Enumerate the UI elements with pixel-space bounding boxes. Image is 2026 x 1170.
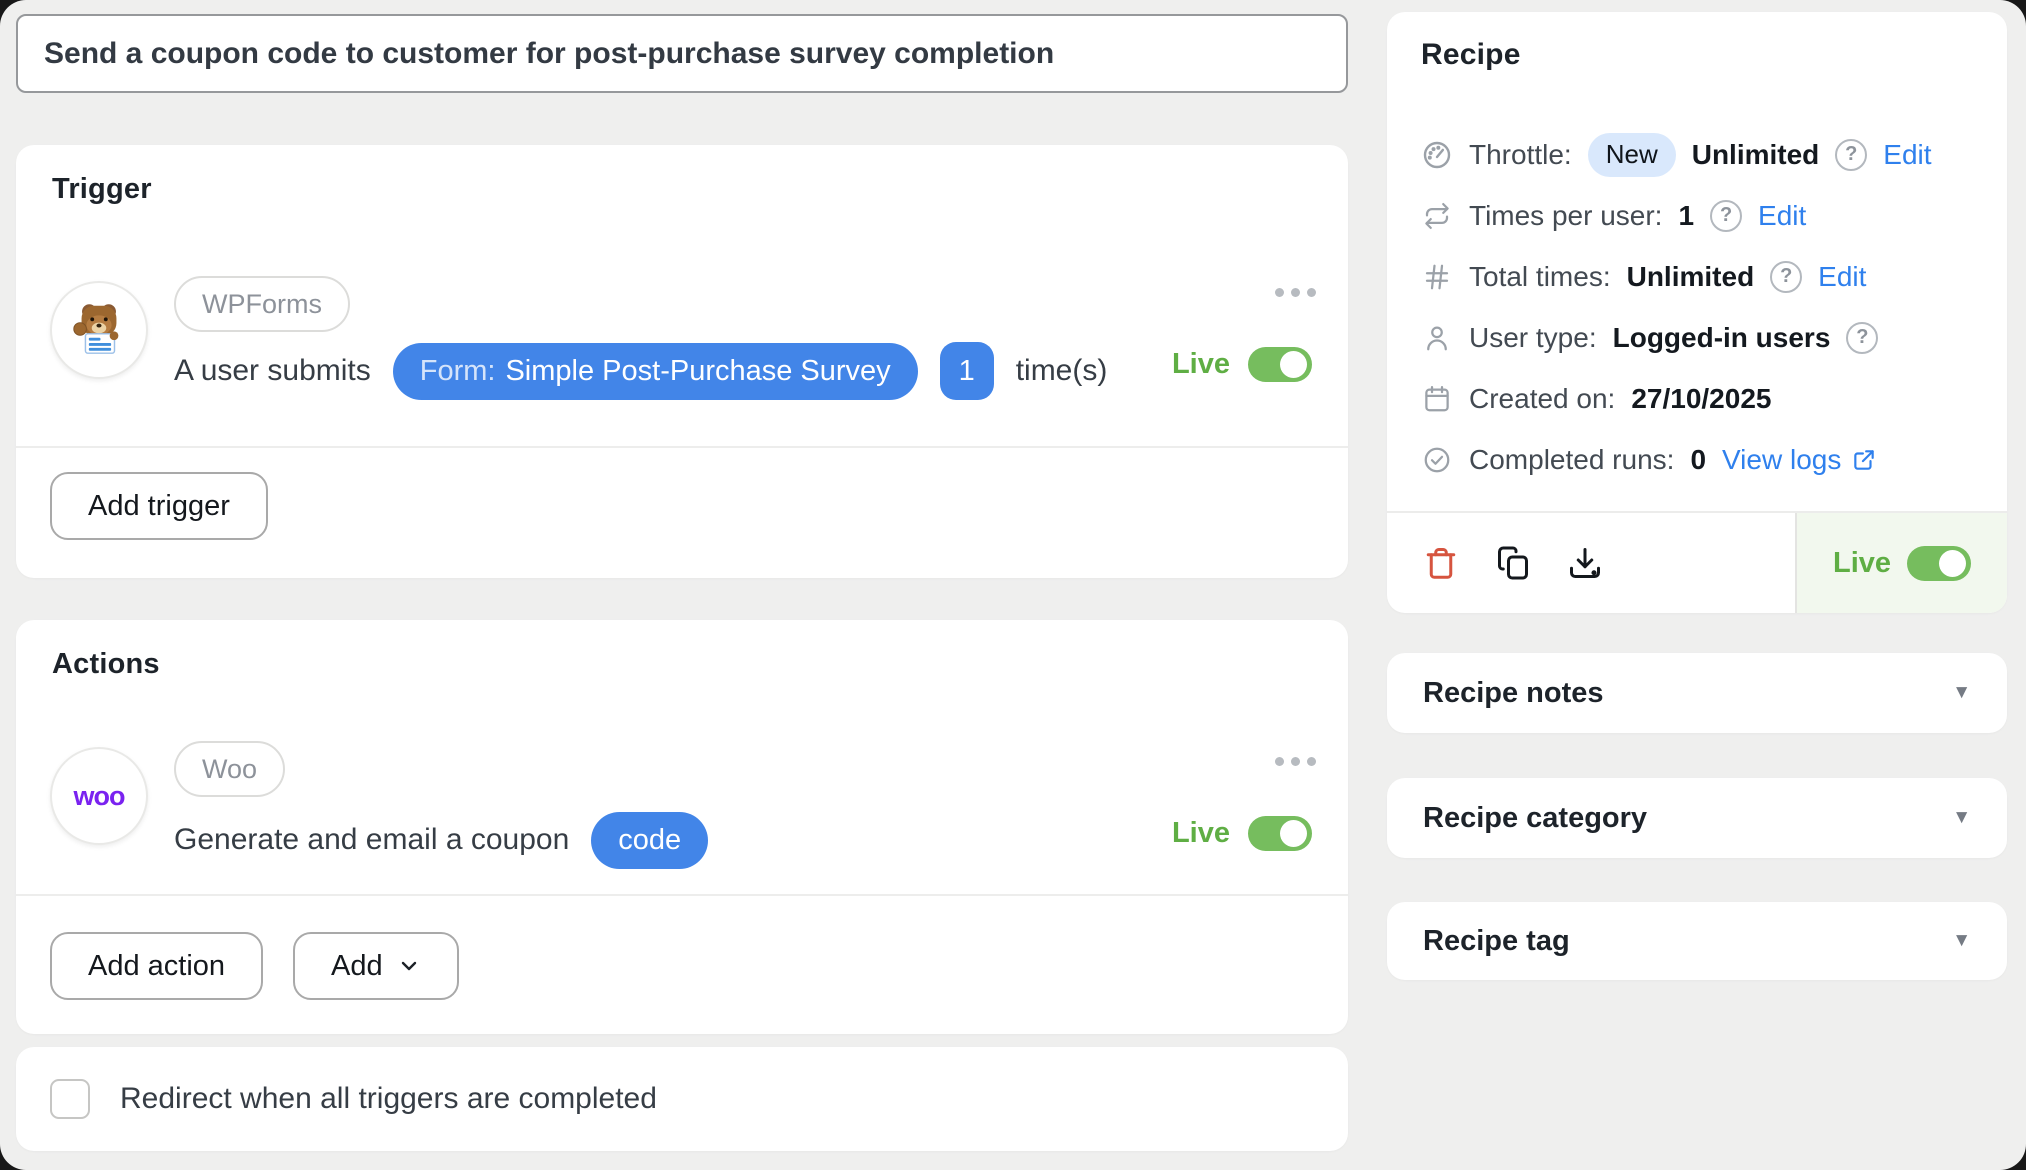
wpforms-bear-icon: [68, 297, 130, 364]
user-type-row: User type: Logged-in users ?: [1421, 307, 1983, 368]
times-per-user-value: 1: [1678, 200, 1694, 232]
add-dropdown-button[interactable]: Add: [293, 932, 459, 1000]
recipe-panel: Recipe Throttle: New Unlimited ? Edit: [1387, 12, 2007, 613]
new-badge: New: [1588, 133, 1676, 177]
code-token-button[interactable]: code: [591, 812, 708, 869]
throttle-value: Unlimited: [1692, 139, 1820, 171]
actions-card-divider: [16, 894, 1348, 896]
hash-icon: [1421, 261, 1453, 293]
actions-card: Actions woo Woo Generate and email a cou…: [16, 620, 1348, 1034]
times-suffix-text: time(s): [1016, 354, 1108, 388]
action-sentence-text: Generate and email a coupon: [174, 823, 569, 857]
trigger-sentence-text: A user submits: [174, 354, 371, 388]
throttle-row: Throttle: New Unlimited ? Edit: [1421, 124, 1983, 185]
recipe-detail-rows: Throttle: New Unlimited ? Edit Times per…: [1421, 124, 1983, 490]
form-token-button[interactable]: Form: Simple Post-Purchase Survey: [393, 343, 918, 400]
duplicate-recipe-button[interactable]: [1495, 545, 1531, 581]
action-live-label: Live: [1172, 817, 1230, 850]
export-recipe-button[interactable]: [1567, 545, 1603, 581]
download-icon: [1567, 545, 1603, 581]
woo-avatar: woo: [50, 747, 148, 845]
total-times-edit-link[interactable]: Edit: [1818, 261, 1866, 293]
wpforms-avatar: [50, 281, 148, 379]
add-dropdown-label: Add: [331, 950, 383, 983]
redirect-card: Redirect when all triggers are completed: [16, 1047, 1348, 1151]
chevron-down-icon: ▼: [1952, 807, 1971, 829]
check-circle-icon: [1421, 444, 1453, 476]
throttle-edit-link[interactable]: Edit: [1883, 139, 1931, 171]
total-times-value: Unlimited: [1627, 261, 1755, 293]
recipe-tag-accordion[interactable]: Recipe tag ▼: [1387, 902, 2007, 980]
recipe-notes-title: Recipe notes: [1423, 677, 1604, 710]
view-logs-link[interactable]: View logs: [1722, 444, 1877, 476]
recipe-tag-title: Recipe tag: [1423, 925, 1570, 958]
help-icon[interactable]: ?: [1846, 322, 1878, 354]
times-per-user-row: Times per user: 1 ? Edit: [1421, 185, 1983, 246]
total-times-row: Total times: Unlimited ? Edit: [1421, 246, 1983, 307]
created-on-label: Created on:: [1469, 383, 1615, 415]
completed-runs-row: Completed runs: 0 View logs: [1421, 429, 1983, 490]
help-icon[interactable]: ?: [1770, 261, 1802, 293]
repeat-icon: [1421, 200, 1453, 232]
recipe-live-toggle[interactable]: [1907, 546, 1971, 581]
recipe-live-label: Live: [1833, 547, 1891, 580]
external-link-icon: [1851, 447, 1877, 473]
user-type-label: User type:: [1469, 322, 1597, 354]
times-token-button[interactable]: 1: [940, 342, 994, 400]
trigger-live-toggle[interactable]: [1248, 347, 1312, 382]
trigger-card: Trigger W: [16, 145, 1348, 578]
actions-buttons-row: Add action Add: [50, 932, 459, 1000]
add-trigger-button[interactable]: Add trigger: [50, 472, 268, 540]
created-on-value: 27/10/2025: [1631, 383, 1771, 415]
trigger-live-label: Live: [1172, 348, 1230, 381]
actions-heading: Actions: [52, 648, 160, 681]
add-action-button[interactable]: Add action: [50, 932, 263, 1000]
action-live-group: Live: [1172, 816, 1312, 851]
integration-badge-woo[interactable]: Woo: [174, 741, 285, 797]
chevron-down-icon: ▼: [1952, 682, 1971, 704]
woo-logo-icon: woo: [74, 781, 125, 812]
trash-icon: [1423, 545, 1459, 581]
action-sentence: Generate and email a coupon code: [174, 811, 708, 869]
trigger-menu-button[interactable]: [1269, 282, 1322, 303]
integration-badge-wpforms[interactable]: WPForms: [174, 276, 350, 332]
completed-runs-label: Completed runs:: [1469, 444, 1674, 476]
recipe-tools: [1387, 513, 1795, 613]
help-icon[interactable]: ?: [1835, 139, 1867, 171]
view-logs-label: View logs: [1722, 444, 1841, 476]
total-times-label: Total times:: [1469, 261, 1611, 293]
action-menu-button[interactable]: [1269, 751, 1322, 772]
created-on-row: Created on: 27/10/2025: [1421, 368, 1983, 429]
redirect-label: Redirect when all triggers are completed: [120, 1082, 657, 1116]
help-icon[interactable]: ?: [1710, 200, 1742, 232]
delete-recipe-button[interactable]: [1423, 545, 1459, 581]
completed-runs-value: 0: [1690, 444, 1706, 476]
throttle-label: Throttle:: [1469, 139, 1572, 171]
chevron-down-icon: ▼: [1952, 930, 1971, 952]
copy-icon: [1495, 545, 1531, 581]
recipe-editor-page: Trigger W: [0, 0, 2026, 1170]
form-token-prefix: Form:: [420, 355, 496, 388]
times-per-user-label: Times per user:: [1469, 200, 1662, 232]
recipe-heading: Recipe: [1421, 38, 1521, 72]
recipe-footer: Live: [1387, 511, 2007, 613]
recipe-category-accordion[interactable]: Recipe category ▼: [1387, 778, 2007, 858]
recipe-title-input[interactable]: [16, 14, 1348, 93]
recipe-category-title: Recipe category: [1423, 802, 1647, 835]
trigger-card-divider: [16, 446, 1348, 448]
times-per-user-edit-link[interactable]: Edit: [1758, 200, 1806, 232]
gauge-icon: [1421, 139, 1453, 171]
trigger-sentence: A user submits Form: Simple Post-Purchas…: [174, 342, 1107, 400]
redirect-checkbox[interactable]: [50, 1079, 90, 1119]
chevron-down-icon: [397, 954, 421, 978]
calendar-icon: [1421, 383, 1453, 415]
trigger-heading: Trigger: [52, 173, 152, 206]
trigger-live-group: Live: [1172, 347, 1312, 382]
user-icon: [1421, 322, 1453, 354]
form-token-value: Simple Post-Purchase Survey: [505, 355, 890, 388]
action-live-toggle[interactable]: [1248, 816, 1312, 851]
user-type-value: Logged-in users: [1613, 322, 1831, 354]
recipe-live-zone: Live: [1795, 513, 2007, 613]
recipe-notes-accordion[interactable]: Recipe notes ▼: [1387, 653, 2007, 733]
